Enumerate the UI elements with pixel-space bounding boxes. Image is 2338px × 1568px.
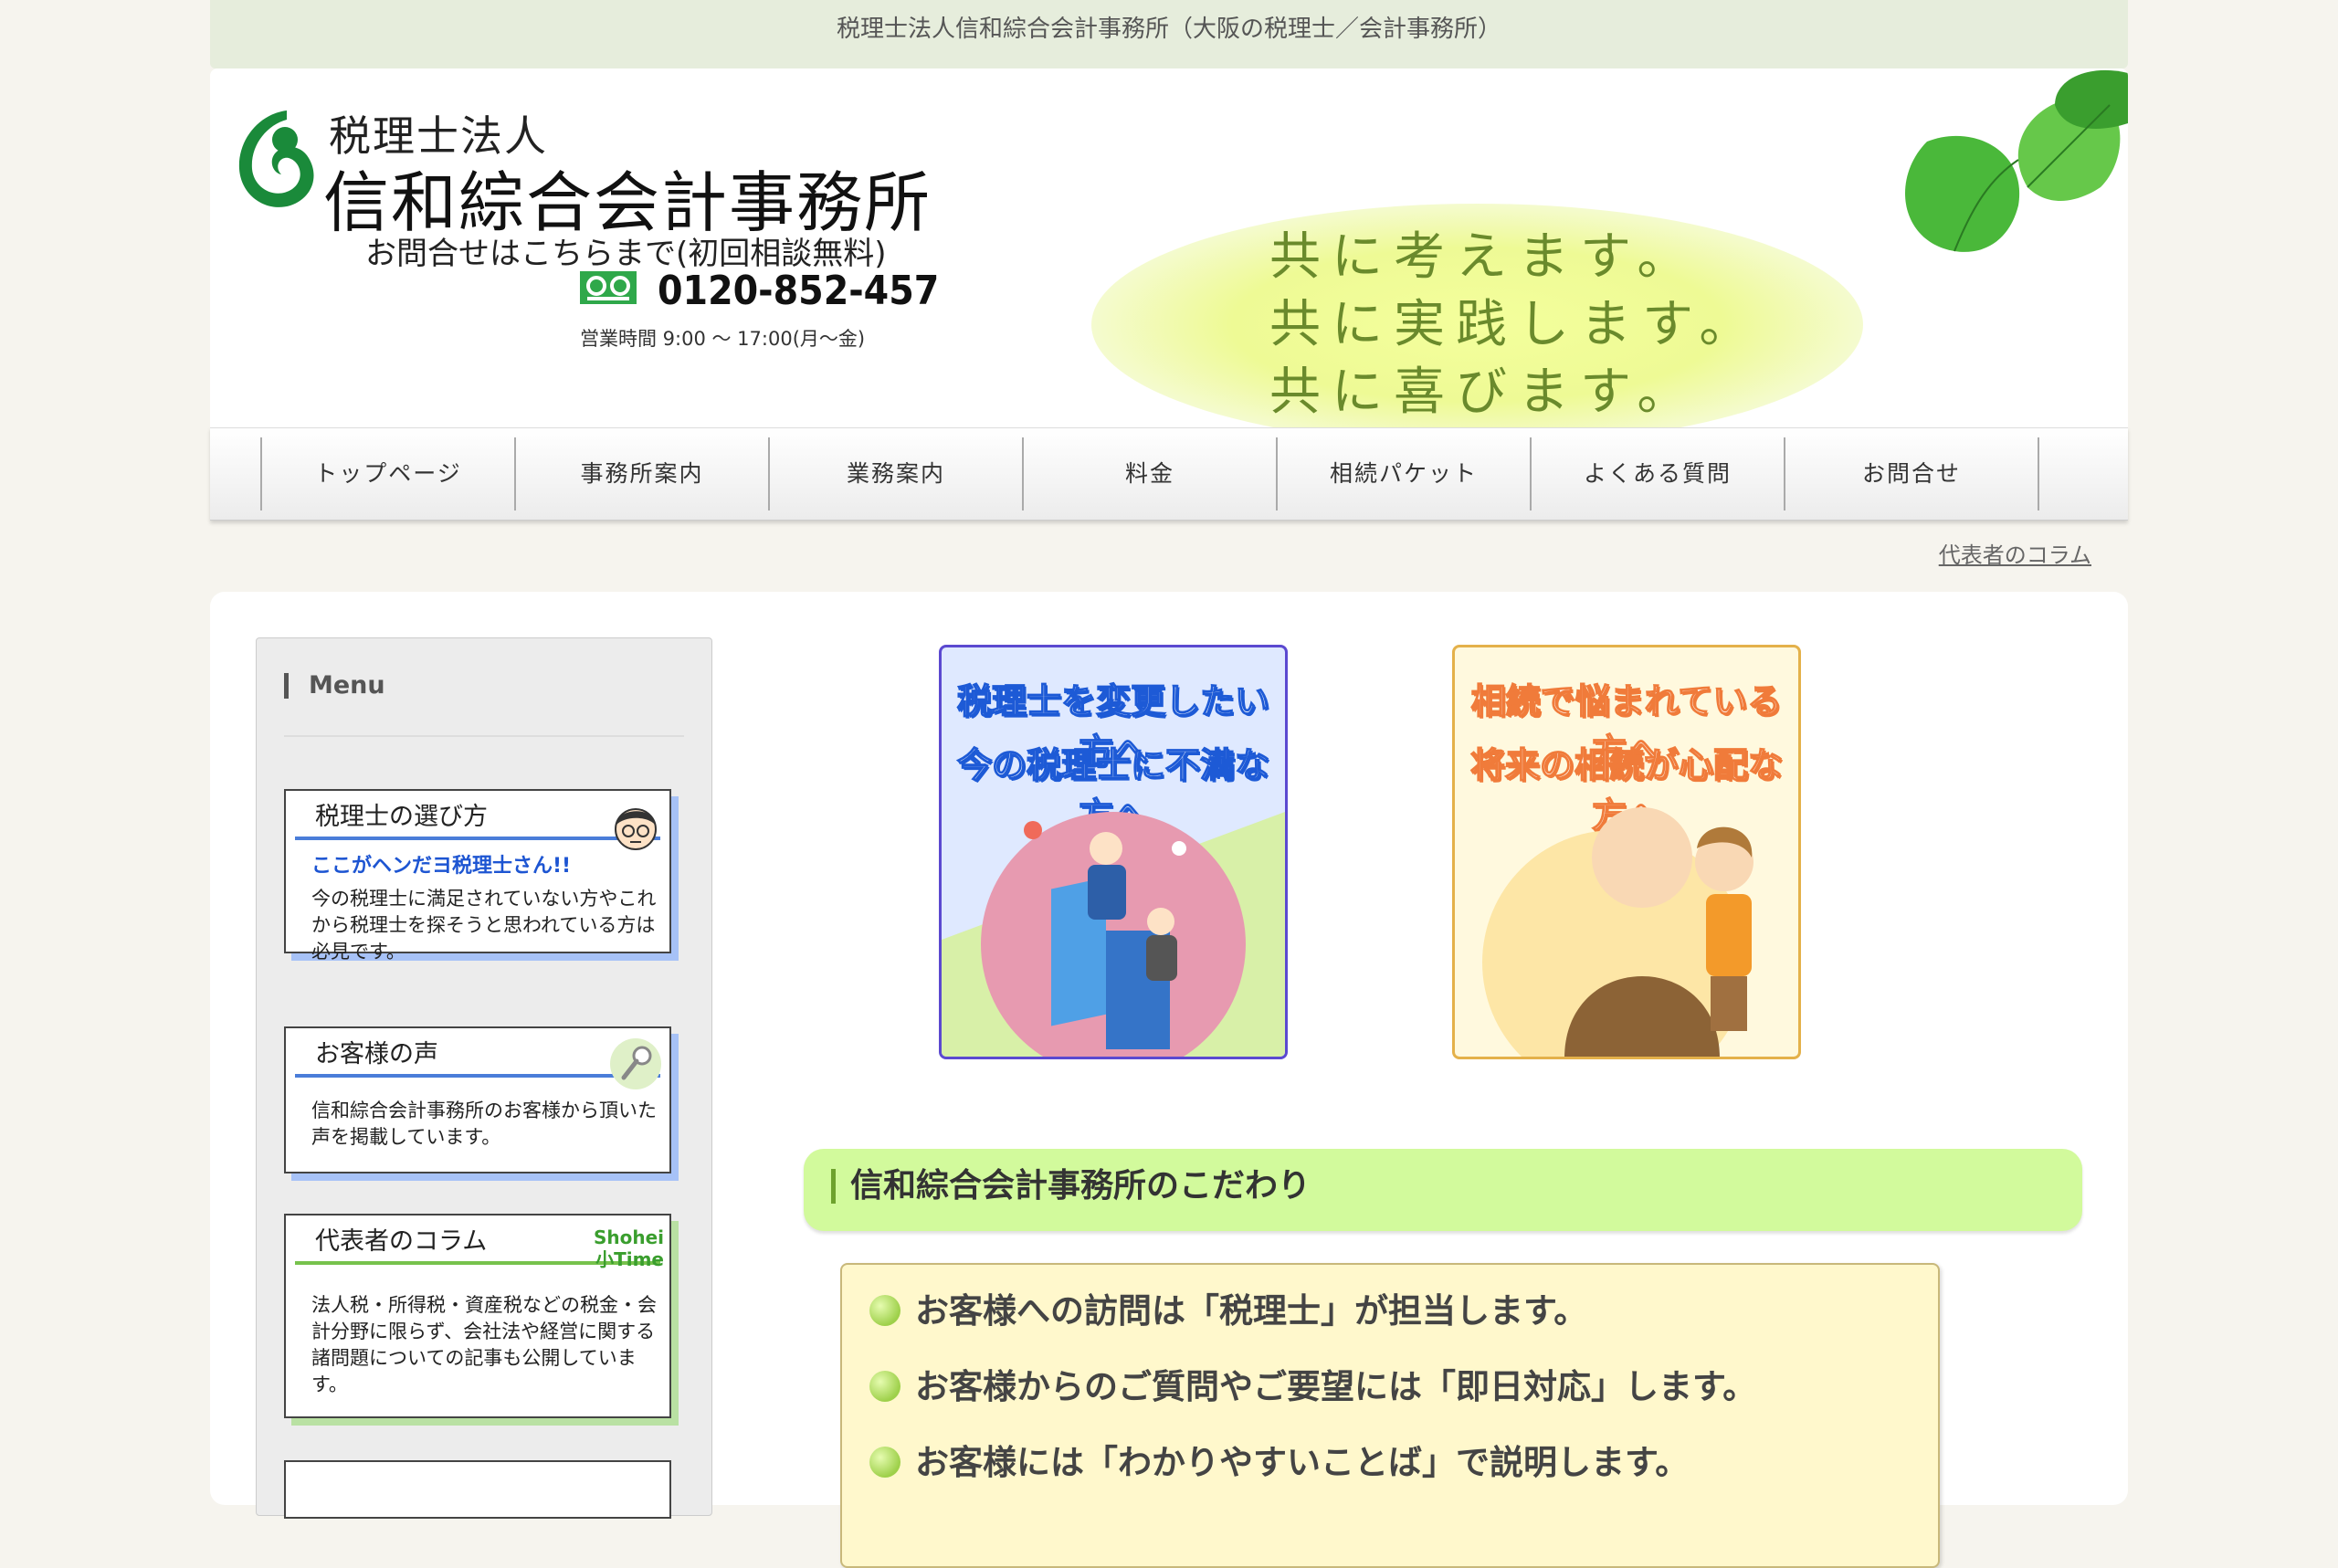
banner-title: 税理士の選び方 xyxy=(295,791,660,840)
slogan-line-1: 共に考えます。 xyxy=(1269,227,1700,287)
column-link[interactable]: 代表者のコラム xyxy=(1939,537,2091,569)
nav-top-page[interactable]: トップページ xyxy=(260,437,514,510)
banner-text: 法人税・所得税・資産税などの税金・会計分野に限らず、会社法や経営に関する諸問題に… xyxy=(311,1294,657,1395)
bullet-dot-icon xyxy=(869,1371,900,1402)
column-badge-line-2: 小Time xyxy=(595,1248,664,1270)
nav-faq[interactable]: よくある質問 xyxy=(1530,437,1784,510)
microphone-icon xyxy=(610,1038,661,1089)
commitment-item: お客様からのご質問やご要望には「即日対応」します。 xyxy=(869,1359,1756,1408)
column-badge-line-1: Shohei xyxy=(593,1226,664,1248)
commitments-box: お客様への訪問は「税理士」が担当します。 お客様からのご質問やご要望には「即日対… xyxy=(840,1263,1940,1568)
bullet-dot-icon xyxy=(869,1295,900,1326)
sidebar: Menu 税理士の選び方 ここがヘンだヨ税理士さん!! 今の税理士に満足されてい… xyxy=(256,637,712,1519)
promo-change-tax-accountant[interactable]: 税理士を変更したい方へ 今の税理士に不満な方へ xyxy=(939,645,1288,1059)
nav-fees[interactable]: 料金 xyxy=(1022,437,1276,510)
slogan-line-3: 共に喜びます。 xyxy=(1269,363,1700,422)
nav-contact[interactable]: お問合せ xyxy=(1784,437,2039,510)
commitment-item: お客様への訪問は「税理士」が担当します。 xyxy=(869,1283,1587,1332)
main-nav: トップページ 事務所案内 業務案内 料金 相続パケット よくある質問 お問合せ xyxy=(210,427,2128,521)
banner-title: お客様の声 xyxy=(295,1028,660,1078)
firm-logo-icon[interactable] xyxy=(230,105,321,215)
slogan-line-2: 共に実践します。 xyxy=(1269,295,1762,354)
slogan: 共に考えます。 共に実践します。 共に喜びます。 xyxy=(1269,224,1761,426)
sidebar-divider xyxy=(284,735,684,737)
commitment-text: お客様には「わかりやすいことば」で説明します。 xyxy=(915,1443,1690,1482)
banner-text: 今の税理士に満足されていない方やこれから税理士を探そうと思われている方は必見です… xyxy=(311,888,657,963)
phone-number[interactable]: 0120-852-457 xyxy=(658,268,939,314)
section-heading: 信和綜合会計事務所のこだわり xyxy=(804,1149,2082,1231)
man-face-icon xyxy=(615,808,657,850)
nav-services[interactable]: 業務案内 xyxy=(768,437,1022,510)
site-header: 税理士法人 信和綜合会計事務所 お問合せはこちらまで(初回相談無料) 0120-… xyxy=(210,68,2128,432)
contact-label: お問合せはこちらまで(初回相談無料) xyxy=(365,236,887,272)
site-top-title: 税理士法人信和綜合会計事務所（大阪の税理士／会計事務所） xyxy=(210,0,2128,68)
business-hours: 営業時間 9:00 〜 17:00(月〜金) xyxy=(580,328,866,350)
freedial-icon xyxy=(580,271,637,304)
bullet-dot-icon xyxy=(869,1447,900,1478)
grandparent-child-illustration-icon xyxy=(1482,807,1754,1057)
promo-inheritance-concerns[interactable]: 相続で悩まれている方へ 将来の相続が心配な方へ xyxy=(1452,645,1801,1059)
commitment-item: お客様には「わかりやすいことば」で説明します。 xyxy=(869,1435,1689,1484)
banner-representative-column[interactable]: 代表者のコラム Shohei 小Time 法人税・所得税・資産税などの税金・会計… xyxy=(284,1214,671,1418)
commitment-text: お客様からのご質問やご要望には「即日対応」します。 xyxy=(915,1367,1757,1406)
leaves-decoration-icon xyxy=(1905,69,2128,252)
nav-inheritance-packet[interactable]: 相続パケット xyxy=(1276,437,1530,510)
banner-choose-tax-accountant[interactable]: 税理士の選び方 ここがヘンだヨ税理士さん!! 今の税理士に満足されていない方やこ… xyxy=(284,789,671,963)
banner-customer-voices[interactable]: お客様の声 信和綜合会計事務所のお客様から頂いた声を掲載しています。 xyxy=(284,1026,671,1173)
banner-text: 信和綜合会計事務所のお客様から頂いた声を掲載しています。 xyxy=(311,1100,657,1148)
business-people-illustration-icon xyxy=(942,812,1285,1057)
main-content: Menu 税理士の選び方 ここがヘンだヨ税理士さん!! 今の税理士に満足されてい… xyxy=(210,592,2128,1568)
section-title: 信和綜合会計事務所のこだわり xyxy=(831,1169,1311,1204)
column-badge: Shohei 小Time xyxy=(594,1226,664,1270)
nav-office[interactable]: 事務所案内 xyxy=(514,437,768,510)
banner-partial[interactable] xyxy=(284,1460,671,1519)
sidebar-title: Menu xyxy=(284,673,385,699)
commitment-text: お客様への訪問は「税理士」が担当します。 xyxy=(915,1291,1588,1331)
page-wrapper: 税理士法人信和綜合会計事務所（大阪の税理士／会計事務所） 税理士法人 信和綜合会… xyxy=(210,0,2128,1568)
